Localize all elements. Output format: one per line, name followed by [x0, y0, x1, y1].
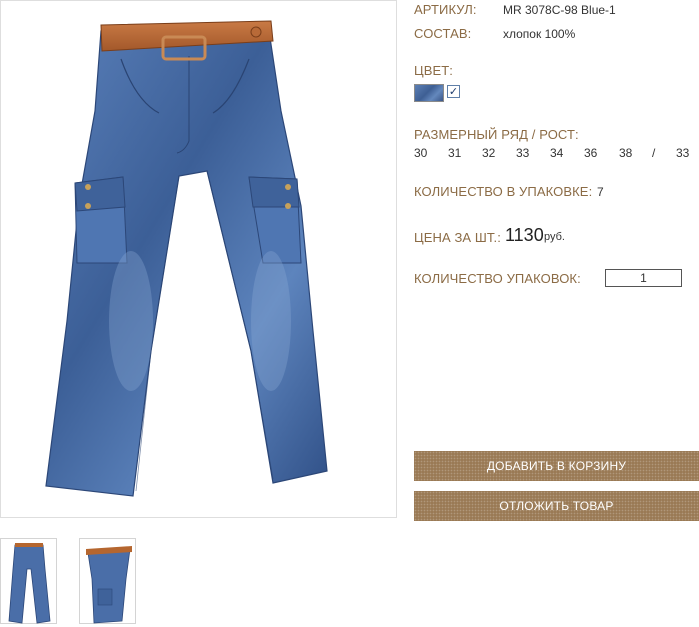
main-product-image[interactable] [0, 0, 397, 518]
height-item[interactable]: 33 [676, 146, 689, 160]
size-item[interactable]: 38 [619, 146, 632, 160]
size-item[interactable]: 30 [414, 146, 427, 160]
composition-label: СОСТАВ: [414, 26, 472, 41]
size-separator: / [652, 146, 656, 160]
thumbnail-side[interactable] [79, 538, 136, 624]
size-range-label: РАЗМЕРНЫЙ РЯД / РОСТ: [414, 127, 579, 142]
jeans-side-thumbnail-icon [86, 546, 132, 624]
price-currency: руб. [544, 231, 565, 243]
size-item[interactable]: 34 [550, 146, 563, 160]
pack-quantity-value: 7 [597, 185, 604, 199]
thumbnail-front[interactable] [0, 538, 57, 624]
composition-value: хлопок 100% [503, 27, 576, 41]
packs-quantity-input[interactable] [605, 269, 682, 287]
size-item[interactable]: 31 [448, 146, 461, 160]
color-checkbox[interactable]: ✓ [447, 85, 460, 98]
size-item[interactable]: 36 [584, 146, 597, 160]
size-list: 30 31 32 33 34 36 38 / 33 [414, 146, 694, 160]
price-label: ЦЕНА ЗА ШТ.: [414, 230, 501, 245]
size-item[interactable]: 32 [482, 146, 495, 160]
article-label: АРТИКУЛ: [414, 2, 477, 17]
jeans-photo-icon [45, 20, 328, 497]
add-to-cart-button[interactable]: ДОБАВИТЬ В КОРЗИНУ [414, 451, 699, 481]
price-value: 1130 [505, 225, 544, 245]
packs-count-label: КОЛИЧЕСТВО УПАКОВОК: [414, 271, 581, 286]
jeans-front-thumbnail-icon [8, 543, 51, 624]
color-swatch-blue[interactable] [414, 84, 444, 102]
save-item-button[interactable]: ОТЛОЖИТЬ ТОВАР [414, 491, 699, 521]
pack-quantity-label: КОЛИЧЕСТВО В УПАКОВКЕ: [414, 184, 593, 199]
color-label: ЦВЕТ: [414, 63, 454, 78]
size-item[interactable]: 33 [516, 146, 529, 160]
article-value: MR 3078C-98 Blue-1 [503, 3, 616, 17]
